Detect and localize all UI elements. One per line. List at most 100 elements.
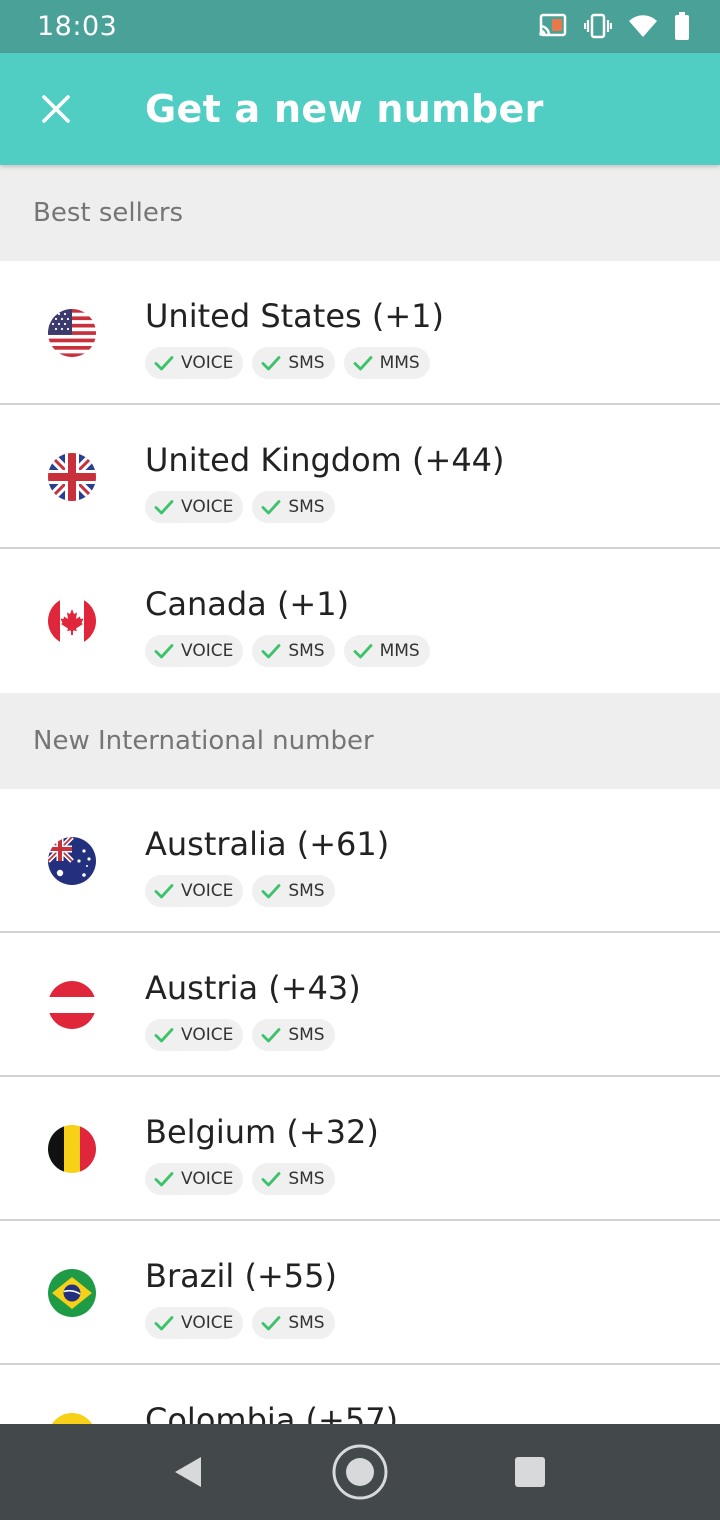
check-icon <box>261 1172 281 1187</box>
us-flag-icon <box>48 309 96 357</box>
ca-flag-icon <box>48 597 96 645</box>
country-row-united-states[interactable]: United States (+1) VOICE SMS MMS <box>0 261 720 405</box>
feature-badges: VOICE SMS <box>145 1307 335 1339</box>
check-icon <box>261 884 281 899</box>
status-icons <box>538 12 690 45</box>
voice-badge: VOICE <box>145 635 244 667</box>
country-name: Belgium (+32) <box>145 1113 379 1151</box>
badge-label: VOICE <box>181 497 234 517</box>
country-row-austria[interactable]: Austria (+43) VOICE SMS <box>0 933 720 1077</box>
badge-label: SMS <box>288 497 325 517</box>
badge-label: VOICE <box>181 1025 234 1045</box>
voice-badge: VOICE <box>145 1019 244 1051</box>
mms-badge: MMS <box>343 347 430 379</box>
feature-badges: VOICE SMS <box>145 1019 335 1051</box>
feature-badges: VOICE SMS <box>145 1163 335 1195</box>
check-icon <box>261 1316 281 1331</box>
sms-badge: SMS <box>252 1019 335 1051</box>
country-row-australia[interactable]: Australia (+61) VOICE SMS <box>0 789 720 933</box>
cast-icon <box>538 13 568 44</box>
at-flag-icon <box>48 981 96 1029</box>
sms-badge: SMS <box>252 491 335 523</box>
badge-label: SMS <box>288 1169 325 1189</box>
country-name: Canada (+1) <box>145 585 350 623</box>
wifi-icon <box>628 13 658 44</box>
section-best-sellers: United States (+1) VOICE SMS MMS United … <box>0 261 720 693</box>
be-flag-icon <box>48 1125 96 1173</box>
country-row-colombia[interactable]: Colombia (+57) <box>0 1365 720 1424</box>
br-flag-icon <box>48 1269 96 1317</box>
check-icon <box>261 356 281 371</box>
country-row-belgium[interactable]: Belgium (+32) VOICE SMS <box>0 1077 720 1221</box>
badge-label: VOICE <box>181 641 234 661</box>
close-button[interactable] <box>26 79 86 139</box>
battery-icon <box>674 12 690 45</box>
check-icon <box>154 1172 174 1187</box>
page-title: Get a new number <box>145 87 544 131</box>
country-name: Austria (+43) <box>145 969 361 1007</box>
home-icon <box>332 1444 388 1500</box>
feature-badges: VOICE SMS MMS <box>145 347 430 379</box>
badge-label: VOICE <box>181 881 234 901</box>
badge-label: SMS <box>288 641 325 661</box>
sms-badge: SMS <box>252 635 335 667</box>
country-row-brazil[interactable]: Brazil (+55) VOICE SMS <box>0 1221 720 1365</box>
badge-label: SMS <box>288 353 325 373</box>
feature-badges: VOICE SMS <box>145 875 335 907</box>
country-name: Brazil (+55) <box>145 1257 337 1295</box>
badge-label: VOICE <box>181 1169 234 1189</box>
feature-badges: VOICE SMS MMS <box>145 635 430 667</box>
recents-icon <box>515 1457 545 1487</box>
home-button[interactable] <box>330 1442 390 1502</box>
recents-button[interactable] <box>500 1442 560 1502</box>
app-bar: Get a new number <box>0 53 720 165</box>
co-flag-icon <box>48 1413 96 1424</box>
check-icon <box>154 1316 174 1331</box>
back-button[interactable] <box>158 1442 218 1502</box>
badge-label: SMS <box>288 1313 325 1333</box>
voice-badge: VOICE <box>145 875 244 907</box>
voice-badge: VOICE <box>145 347 244 379</box>
check-icon <box>154 1028 174 1043</box>
check-icon <box>154 644 174 659</box>
check-icon <box>353 644 372 659</box>
badge-label: VOICE <box>181 353 234 373</box>
check-icon <box>261 500 281 515</box>
status-bar: 18:03 <box>0 0 720 53</box>
sms-badge: SMS <box>252 347 335 379</box>
check-icon <box>154 356 174 371</box>
sms-badge: SMS <box>252 875 335 907</box>
badge-label: MMS <box>379 641 420 661</box>
country-name: United States (+1) <box>145 297 444 335</box>
sms-badge: SMS <box>252 1163 335 1195</box>
country-name: Colombia (+57) <box>145 1401 399 1424</box>
section-international: Australia (+61) VOICE SMS Austria (+43) … <box>0 789 720 1424</box>
country-name: United Kingdom (+44) <box>145 441 505 479</box>
badge-label: SMS <box>288 1025 325 1045</box>
country-name: Australia (+61) <box>145 825 390 863</box>
badge-label: MMS <box>379 353 420 373</box>
check-icon <box>261 644 281 659</box>
section-header-best-sellers: Best sellers <box>0 165 720 261</box>
au-flag-icon <box>48 837 96 885</box>
country-list: Best sellers United States (+1) VOICE SM… <box>0 165 720 1424</box>
mms-badge: MMS <box>343 635 430 667</box>
system-nav-bar <box>0 1424 720 1520</box>
country-row-united-kingdom[interactable]: United Kingdom (+44) VOICE SMS <box>0 405 720 549</box>
check-icon <box>261 1028 281 1043</box>
check-icon <box>154 500 174 515</box>
voice-badge: VOICE <box>145 1163 244 1195</box>
close-icon <box>42 95 70 123</box>
status-time: 18:03 <box>37 11 118 42</box>
vibrate-icon <box>583 13 613 44</box>
badge-label: SMS <box>288 881 325 901</box>
country-row-canada[interactable]: Canada (+1) VOICE SMS MMS <box>0 549 720 693</box>
feature-badges: VOICE SMS <box>145 491 335 523</box>
badge-label: VOICE <box>181 1313 234 1333</box>
check-icon <box>353 356 372 371</box>
check-icon <box>154 884 174 899</box>
sms-badge: SMS <box>252 1307 335 1339</box>
section-header-international: New International number <box>0 693 720 789</box>
uk-flag-icon <box>48 453 96 501</box>
back-icon <box>175 1457 201 1487</box>
